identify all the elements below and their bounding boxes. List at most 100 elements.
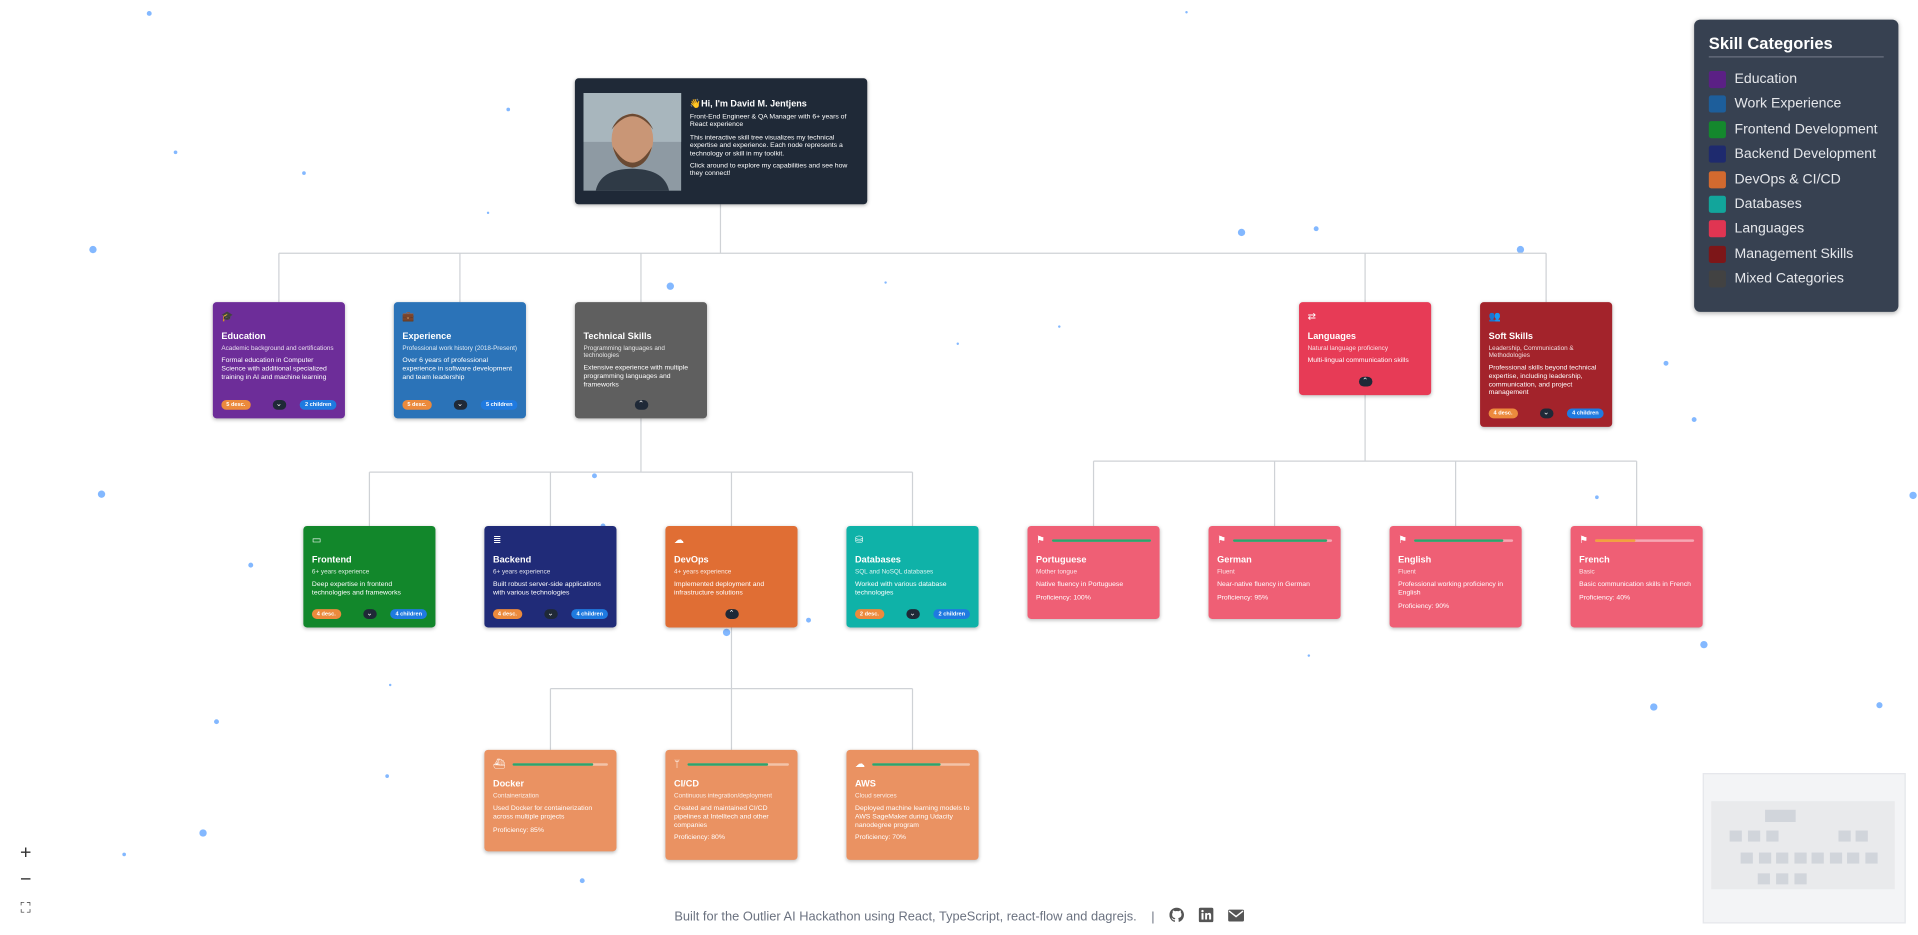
skill-node-databases[interactable]: ⛁ Databases SQL and NoSQL databases Worked … [846,525,979,628]
legend-swatch [1708,245,1726,263]
footer: Built for the Outlier AI Hackathon using… [0,907,1918,926]
node-subtitle: Mother tongue [1036,568,1077,577]
skill-node-backend[interactable]: ≣ Backend 6+ years experience Built robust … [484,525,617,628]
node-subtitle: Academic background and certifications [221,344,334,353]
legend-label: Backend Development [1734,147,1877,162]
legend-label: Education [1734,72,1798,87]
collapse-toggle-button[interactable]: ⌃ [724,609,739,619]
node-subtitle: 6+ years experience [492,568,551,577]
cloud-upload-icon: ☁ [673,534,684,546]
node-description: Professional skills beyond technical exp… [1488,364,1597,397]
skill-node-devops[interactable]: ☁ DevOps 4+ years experience Implemented de… [665,525,798,628]
node-title: English [1398,554,1432,566]
node-title: Technical Skills [583,330,652,342]
node-title: Frontend [311,554,352,566]
collapse-toggle-button[interactable]: ⌃ [1358,376,1372,387]
minimap[interactable] [1702,773,1906,924]
flow-canvas[interactable]: 👋Hi, I'm David M. Jentjens Front-End Eng… [0,0,1918,935]
expand-toggle-button[interactable]: ⌄ [1539,408,1553,419]
skill-node-aws[interactable]: ☁ AWS Cloud services Deployed machine learn… [846,749,979,860]
expand-toggle-button[interactable]: ⌄ [543,609,558,619]
legend-swatch [1708,270,1726,288]
node-subtitle: Leadership, Communication & Methodologie… [1488,344,1574,360]
node-proficiency: Proficiency: 80% [673,834,725,843]
descendants-badge: 4 desc. [492,609,522,619]
node-title: Education [221,330,266,342]
skill-node-frontend[interactable]: ▭ Frontend 6+ years experience Deep experti… [303,525,436,628]
legend-item: Frontend Development [1708,120,1878,140]
skill-node-education[interactable]: 🎓 Education Academic background and certif… [212,302,345,419]
proficiency-bar [1595,539,1695,542]
profile-greeting: 👋Hi, I'm David M. Jentjens [689,97,807,109]
profile-photo [583,92,682,191]
briefcase-icon: 💼 [402,310,415,322]
monitor-icon: ▭ [311,534,322,546]
proficiency-fill [1595,539,1635,542]
node-title: German [1217,554,1252,566]
node-subtitle: SQL and NoSQL databases [855,568,934,577]
children-badge: 2 children [933,609,970,619]
node-title: AWS [855,777,876,789]
zoom-in-button[interactable]: + [12,841,40,867]
node-title: Docker [492,777,525,789]
proficiency-bar [872,763,970,766]
node-proficiency: Proficiency: 70% [855,834,906,843]
skill-node-docker[interactable]: ⛴ Docker Containerization Used Docker for c… [484,749,617,852]
legend-item: Mixed Categories [1708,269,1844,289]
skill-node-technical[interactable]: Technical Skills Programming languages an… [574,302,708,419]
skill-node-english[interactable]: ⚑ English Fluent Professional working profi… [1389,525,1522,628]
descendants-badge: 2 desc. [855,609,884,619]
collapse-toggle-button[interactable]: ⌃ [634,399,648,410]
node-title: DevOps [673,554,709,566]
skill-node-cicd[interactable]: ᛘ CI/CD Continuous integration/deployment C… [665,749,798,860]
github-icon[interactable] [1169,907,1184,926]
cloud-server-icon: ☁ [855,758,865,770]
profile-card[interactable]: 👋Hi, I'm David M. Jentjens Front-End Eng… [574,78,868,205]
legend-item: Languages [1708,219,1804,239]
expand-toggle-button[interactable]: ⌄ [905,609,920,619]
server-icon: ≣ [492,534,502,546]
legend-label: DevOps & CI/CD [1734,171,1841,187]
legend-swatch [1708,95,1726,114]
node-description: Extensive experience with multiple progr… [583,364,689,389]
legend-swatch [1708,120,1726,138]
node-subtitle: Continuous integration/deployment [673,792,773,800]
legend-divider [1708,56,1884,58]
language-icon: ⇄ [1307,310,1316,322]
legend-label: Databases [1734,196,1802,212]
profile-line: Click around to explore my capabilities … [689,162,848,178]
expand-toggle-button[interactable]: ⌄ [453,399,467,410]
proficiency-fill [512,763,594,766]
zoom-out-button[interactable]: − [12,868,40,893]
mail-icon[interactable] [1227,908,1244,925]
expand-toggle-button[interactable]: ⌄ [272,399,286,410]
node-description: Over 6 years of professional experience … [402,357,512,382]
skill-node-languages[interactable]: ⇄ Languages Natural language proficiency Mu… [1299,302,1432,396]
descendants-badge: 4 desc. [1488,408,1518,419]
node-title: Backend [492,554,532,566]
skill-node-experience[interactable]: 💼 Experience Professional work history (20… [393,302,526,419]
node-subtitle: 6+ years experience [311,568,370,577]
legend-label: Mixed Categories [1734,271,1844,287]
node-description: Used Docker for containerization across … [492,804,593,821]
proficiency-bar [687,763,789,766]
expand-toggle-button[interactable]: ⌄ [362,609,377,619]
node-description: Formal education in Computer Science wit… [221,357,327,382]
flag-icon: ⚑ [1036,534,1045,546]
descendants-badge: 4 desc. [311,609,341,619]
proficiency-fill [1233,539,1328,542]
node-subtitle: Containerization [492,792,539,800]
skill-node-french[interactable]: ⚑ French Basic Basic communication skills i… [1570,525,1703,628]
node-description: Native fluency in Portuguese [1036,581,1124,589]
node-title: Experience [402,330,452,342]
node-subtitle: Professional work history (2018-Present) [402,344,518,353]
linkedin-icon[interactable] [1198,907,1214,926]
legend-panel: Skill Categories Education Work Experienc… [1694,19,1899,312]
legend-swatch [1708,195,1726,213]
skill-node-portuguese[interactable]: ⚑ Portuguese Mother tongue Native fluency i… [1027,525,1160,619]
skill-node-soft[interactable]: 👥 Soft Skills Leadership, Communication & … [1480,302,1613,427]
node-proficiency: Proficiency: 95% [1217,594,1269,602]
node-title: Portuguese [1036,554,1087,566]
skill-node-german[interactable]: ⚑ German Fluent Near-native fluency in Germ… [1208,525,1341,619]
legend-item: DevOps & CI/CD [1708,170,1841,190]
